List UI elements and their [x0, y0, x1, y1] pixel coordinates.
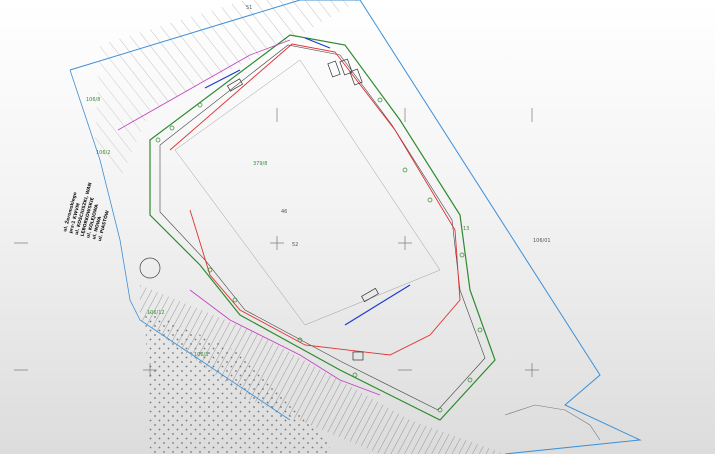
label-right-edge: 13	[463, 226, 469, 232]
label-center-b: 52	[292, 242, 298, 248]
small-structures	[226, 58, 379, 361]
water-line	[344, 284, 411, 326]
interior-grid	[174, 59, 441, 326]
site-plan-drawing: 106/8 379/8 106/2 106/12 106/3 13 106/01…	[14, 0, 642, 454]
label-parcel-bottom-left: 106/3	[194, 352, 208, 358]
address-block: ul. Żeromskiego prz-1 KWVM ul. KOŚCIUSZK…	[61, 181, 111, 241]
crosshair-icon	[14, 108, 539, 377]
label-parcel-corridor: 106/12	[147, 310, 165, 316]
hatched-zone-top	[100, 0, 360, 110]
label-top-code: 51	[246, 5, 252, 11]
label-right-code: 106/01	[533, 238, 551, 244]
label-parcel-left-small: 106/2	[96, 150, 110, 156]
label-center-a: 46	[281, 209, 287, 215]
roundabout	[139, 257, 161, 279]
fence-line	[169, 43, 461, 356]
label-parcel-main: 379/8	[253, 161, 267, 167]
label-parcel-top-left: 106/8	[86, 97, 100, 103]
stair-structure	[504, 404, 601, 441]
